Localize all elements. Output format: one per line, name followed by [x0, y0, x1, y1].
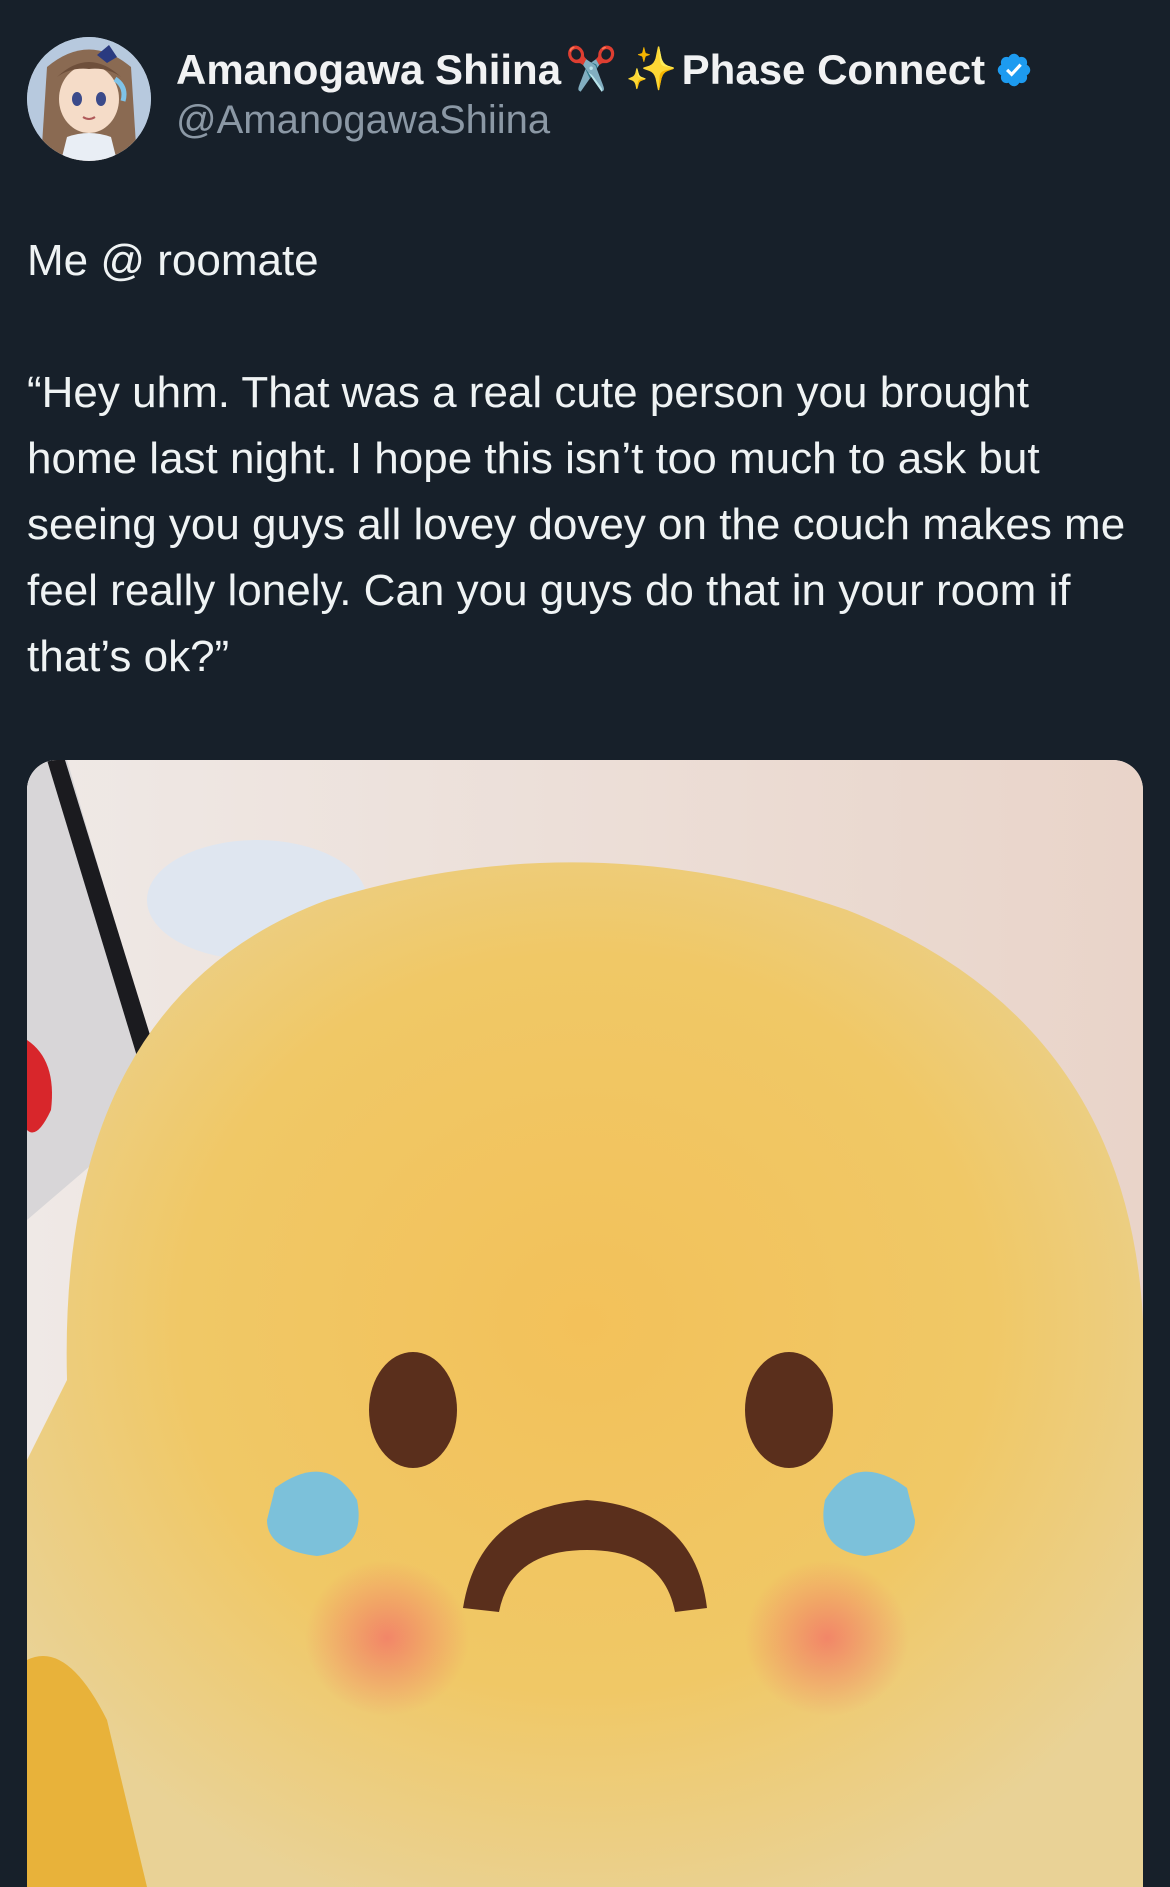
tweet-line-1: Me @ roomate: [27, 236, 319, 285]
tweet-body: “Hey uhm. That was a real cute person yo…: [27, 368, 1138, 681]
scissors-icon: ✂️: [565, 45, 618, 92]
display-name[interactable]: Amanogawa Shiina ✂️ ✨ Phase Connect: [176, 45, 1033, 94]
avatar[interactable]: [27, 37, 151, 161]
verified-badge-icon: [995, 51, 1033, 89]
tweet-text: Me @ roomate “Hey uhm. That was a real c…: [27, 228, 1147, 690]
tweet-header: Amanogawa Shiina ✂️ ✨ Phase Connect @Ama…: [27, 37, 1033, 161]
display-name-part2: Phase Connect: [681, 45, 986, 93]
display-name-part1: Amanogawa Shiina: [176, 45, 562, 93]
author-info: Amanogawa Shiina ✂️ ✨ Phase Connect @Ama…: [176, 45, 1033, 143]
tweet-media-photo[interactable]: [27, 760, 1143, 1887]
author-handle[interactable]: @AmanogawaShiina: [176, 98, 1033, 143]
sparkles-icon: ✨: [625, 45, 678, 92]
